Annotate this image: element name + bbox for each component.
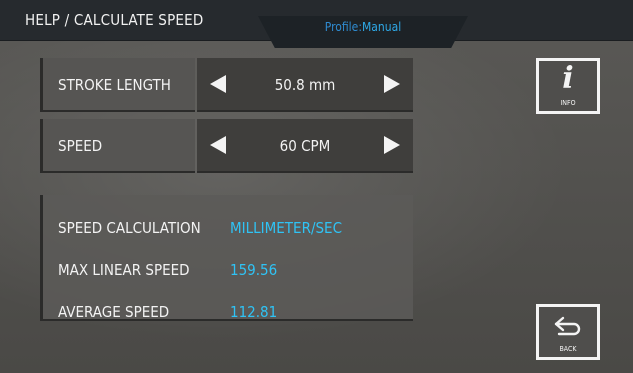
back-caption: BACK xyxy=(559,345,577,353)
speed-calculation-panel: SPEED CALCULATION MILLIMETER/SEC MAX LIN… xyxy=(40,195,413,321)
average-speed-value: 112.81 xyxy=(230,303,278,321)
speed-value: 60 CPM xyxy=(279,137,331,155)
max-linear-speed-label: MAX LINEAR SPEED xyxy=(58,261,190,279)
speed-calculation-label: SPEED CALCULATION xyxy=(58,219,201,237)
back-arrow-icon xyxy=(554,316,581,336)
profile-indicator: Profile:Manual xyxy=(258,20,468,34)
speed-label: SPEED xyxy=(58,137,103,155)
screen: HELP / CALCULATE SPEED Profile:Manual ST… xyxy=(0,0,633,373)
stroke-length-label: STROKE LENGTH xyxy=(58,76,171,94)
speed-calculation-unit: MILLIMETER/SEC xyxy=(230,219,343,237)
back-button[interactable]: BACK xyxy=(536,304,600,360)
speed-label-box: SPEED xyxy=(40,119,195,173)
profile-value: Manual xyxy=(361,20,402,34)
profile-label: Profile: xyxy=(324,20,362,34)
page-title: HELP / CALCULATE SPEED xyxy=(25,11,204,29)
speed-increase-button[interactable] xyxy=(383,136,401,154)
average-speed-label: AVERAGE SPEED xyxy=(58,303,170,321)
arrow-right-icon xyxy=(384,136,400,154)
max-linear-speed-value: 159.56 xyxy=(230,261,278,279)
speed-control: 60 CPM xyxy=(197,119,413,173)
stroke-length-label-box: STROKE LENGTH xyxy=(40,58,195,112)
speed-row: SPEED 60 CPM xyxy=(40,119,413,173)
info-caption: INFO xyxy=(560,99,576,107)
arrow-right-icon xyxy=(384,75,400,93)
info-icon: i xyxy=(562,61,574,96)
profile-tab: Profile:Manual xyxy=(258,16,468,48)
info-button[interactable]: i INFO xyxy=(536,58,600,114)
stroke-length-row: STROKE LENGTH 50.8 mm xyxy=(40,58,413,112)
stroke-length-increase-button[interactable] xyxy=(383,75,401,93)
stroke-length-value: 50.8 mm xyxy=(274,76,336,94)
header-bar: HELP / CALCULATE SPEED Profile:Manual xyxy=(0,0,633,48)
stroke-length-control: 50.8 mm xyxy=(197,58,413,112)
